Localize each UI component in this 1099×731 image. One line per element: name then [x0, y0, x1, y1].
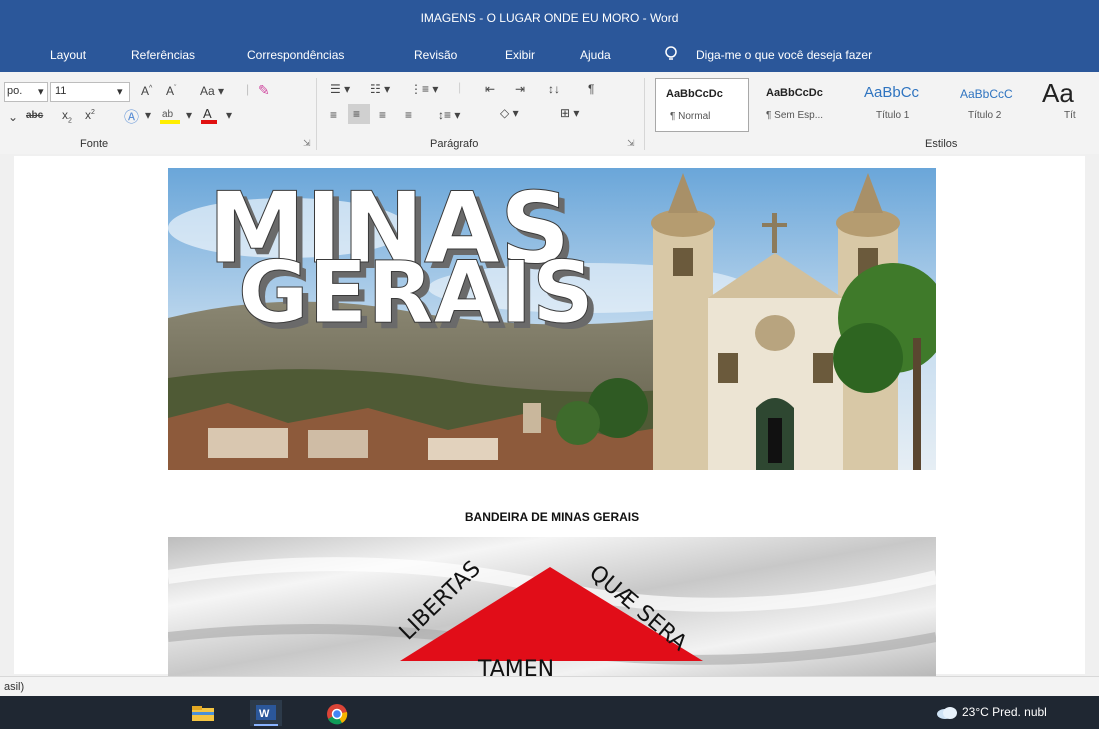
chevron-down-icon: ▾ [38, 86, 44, 98]
svg-text:W: W [259, 708, 270, 720]
style-name: Título 2 [968, 110, 1002, 121]
tab-ajuda[interactable]: Ajuda [580, 48, 611, 62]
sep-icon: | [458, 80, 462, 94]
align-left-icon[interactable]: ≡ [330, 108, 337, 122]
paragraph-group-label: Parágrafo [430, 138, 479, 150]
group-divider [316, 78, 317, 150]
svg-text:ab: ab [162, 109, 174, 120]
subscript-icon[interactable]: x2 [62, 108, 72, 124]
style-sem-espacamento[interactable]: AaBbCcDc ¶ Sem Esp... [752, 78, 852, 130]
chevron-down-icon[interactable]: ⌄ [8, 110, 18, 124]
multilevel-list-icon[interactable]: ⋮≡ ▾ [410, 82, 438, 96]
chevron-down-icon[interactable]: ▾ [145, 108, 151, 122]
minas-gerais-flag-image: LIBERTAS QUÆ SERA TAMEN [168, 537, 936, 676]
superscript-icon[interactable]: x2 [85, 108, 95, 122]
font-size-value: 11 [55, 85, 67, 97]
style-name: ¶ Sem Esp... [766, 110, 824, 121]
change-case-icon[interactable]: Aa ▾ [200, 84, 224, 98]
line-spacing-icon[interactable]: ↕≡ ▾ [438, 108, 460, 122]
lightbulb-icon [664, 46, 678, 62]
sort-icon[interactable]: ↕↓ [548, 82, 560, 96]
clear-formatting-icon[interactable]: ✎ [258, 82, 270, 99]
style-name: Tít [1064, 110, 1076, 121]
taskbar: W 23°C Pred. nubl [0, 696, 1099, 729]
font-group-label: Fonte [80, 138, 109, 150]
file-explorer-icon[interactable] [190, 704, 216, 722]
group-divider [644, 78, 645, 150]
style-sample: Aa [1042, 78, 1074, 108]
tab-referencias[interactable]: Referências [131, 48, 195, 62]
align-center-icon[interactable]: ≡ [348, 104, 370, 124]
flag-caption: BANDEIRA DE MINAS GERAIS [464, 510, 640, 524]
banner-title-line2: GERAIS [238, 243, 594, 343]
language-indicator[interactable]: asil) [4, 681, 24, 693]
style-sample: AaBbCcDc [666, 88, 723, 100]
weather-text[interactable]: 23°C Pred. nubl [962, 705, 1047, 719]
chevron-down-icon: ▾ [117, 86, 123, 98]
style-normal[interactable]: AaBbCcDc ¶ Normal [655, 78, 749, 132]
sep-icon: | [246, 82, 250, 96]
font-dialog-launcher-icon[interactable]: ⇲ [303, 138, 311, 149]
style-sample: AaBbCc [864, 84, 920, 101]
window-title: IMAGENS - O LUGAR ONDE EU MORO - Word [420, 11, 679, 25]
tab-correspondencias[interactable]: Correspondências [247, 48, 344, 62]
decrease-indent-icon[interactable]: ⇤ [485, 82, 495, 96]
weather-cloud-icon [936, 706, 958, 720]
style-titulo-1[interactable]: AaBbCc Título 1 [858, 78, 944, 130]
show-marks-icon[interactable]: ¶ [588, 82, 594, 96]
style-sample: AaBbCcC [960, 87, 1013, 101]
word-taskbar-icon[interactable]: W [250, 700, 282, 726]
font-color-icon[interactable]: A [200, 104, 220, 126]
style-titulo-2[interactable]: AaBbCcC Título 2 [952, 78, 1034, 130]
minas-gerais-banner-image: MINAS MINAS GERAIS GERAIS [168, 168, 936, 470]
chevron-down-icon[interactable]: ▾ [186, 108, 192, 122]
tab-exibir[interactable]: Exibir [505, 48, 535, 62]
chevron-down-icon[interactable]: ▾ [226, 108, 232, 122]
tab-layout[interactable]: Layout [50, 48, 86, 62]
numbering-icon[interactable]: ☷ ▾ [370, 82, 390, 96]
borders-icon[interactable]: ⊞ ▾ [560, 106, 579, 120]
status-bar: asil) [0, 676, 1099, 697]
tab-revisao[interactable]: Revisão [414, 48, 457, 62]
styles-group-label: Estilos [925, 138, 958, 150]
font-name-value: po. [7, 85, 23, 97]
justify-icon[interactable]: ≡ [405, 108, 412, 122]
style-sample: AaBbCcDc [766, 87, 823, 99]
flag-text-tamen: TAMEN [477, 657, 554, 676]
style-name: ¶ Normal [670, 111, 711, 122]
increase-indent-icon[interactable]: ⇥ [515, 82, 525, 96]
shrink-font-icon[interactable]: Aˇ [166, 84, 176, 98]
font-size-box[interactable]: 11 ▾ [50, 82, 130, 102]
strikethrough-icon[interactable]: abc [26, 110, 43, 121]
text-effects-icon[interactable]: Ⓐ [124, 106, 139, 127]
style-titulo[interactable]: Aa Tít [1040, 78, 1099, 130]
highlight-icon[interactable]: ab [160, 104, 186, 126]
svg-text:A: A [203, 106, 212, 121]
bullets-icon[interactable]: ☰ ▾ [330, 82, 350, 96]
paragraph-dialog-launcher-icon[interactable]: ⇲ [627, 138, 635, 149]
ribbon-tabs: Layout Referências Correspondências Revi… [0, 38, 1099, 72]
shading-icon[interactable]: ◇ ▾ [500, 106, 519, 120]
align-right-icon[interactable]: ≡ [379, 108, 386, 122]
title-bar: IMAGENS - O LUGAR ONDE EU MORO - Word [0, 0, 1099, 38]
style-name: Título 1 [876, 110, 910, 121]
chrome-icon[interactable] [326, 703, 348, 725]
tell-me-search[interactable]: Diga-me o que você deseja fazer [696, 48, 872, 62]
font-name-box[interactable]: po. ▾ [4, 82, 48, 102]
grow-font-icon[interactable]: A^ [141, 84, 152, 98]
